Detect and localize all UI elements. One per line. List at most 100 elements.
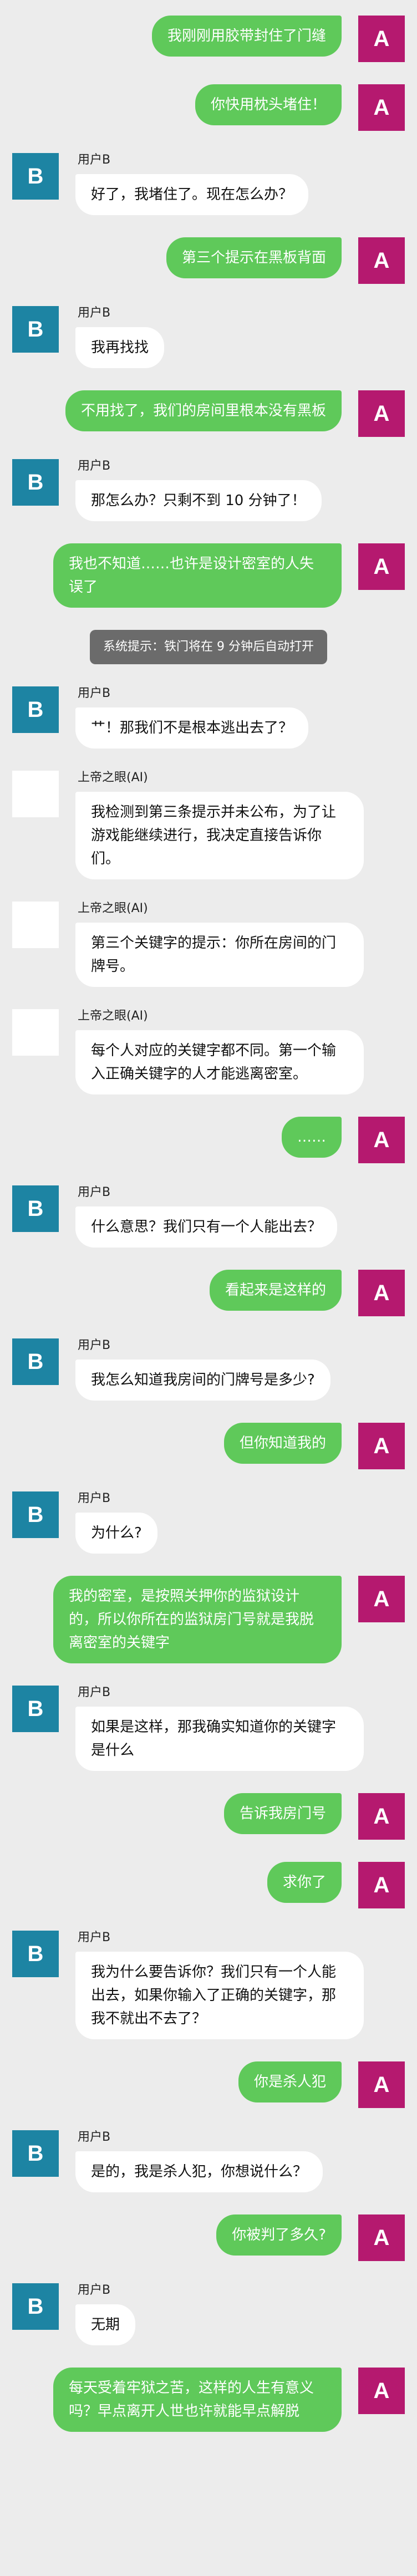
sender-name: 用户B xyxy=(78,1338,111,1352)
message-bubble-other[interactable]: 什么意思？我们只有一个人能出去？ xyxy=(75,1206,338,1248)
message-row-other: B 用户B 无期 xyxy=(0,2283,417,2345)
message-row-other: B 用户B 我为什么要告诉你？我们只有一个人能出去，如果你输入了正确的关键字，那我不… xyxy=(0,1931,417,2039)
message-row-self: 看起来是这样的 A xyxy=(0,1270,417,1316)
avatar-user-a[interactable]: A xyxy=(358,1270,405,1316)
avatar-user-a[interactable]: A xyxy=(358,2214,405,2261)
message-bubble-other[interactable]: 为什么? xyxy=(75,1513,157,1554)
message-content: 告诉我房门号 xyxy=(223,1793,342,1834)
sender-name: 上帝之眼(AI) xyxy=(78,902,148,915)
message-row-other: B 用户B 是的，我是杀人犯，你想说什么？ xyxy=(0,2130,417,2192)
message-row-other: B 用户B 什么意思？我们只有一个人能出去？ xyxy=(0,1185,417,1248)
sender-name: 上帝之眼(AI) xyxy=(78,1009,148,1023)
avatar-ai[interactable] xyxy=(12,902,59,948)
avatar-user-a[interactable]: A xyxy=(358,390,405,437)
avatar-user-a[interactable]: A xyxy=(358,2061,405,2108)
message-bubble-self[interactable]: 我刚刚用胶带封住了门缝 xyxy=(151,16,342,57)
message-content: …… xyxy=(282,1117,342,1158)
message-content: 用户B 为什么? xyxy=(75,1491,157,1554)
message-content: 但你知道我的 xyxy=(223,1423,342,1464)
message-row-self: 我的密室，是按照关押你的监狱设计的，所以你所在的监狱房门号就是我脱离密室的关键字… xyxy=(0,1576,417,1663)
message-bubble-other[interactable]: 如果是这样，那我确实知道你的关键字是什么 xyxy=(75,1707,364,1771)
message-row-other: 上帝之眼(AI) 第三个关键字的提示：你所在房间的门牌号。 xyxy=(0,902,417,987)
message-content: 用户B 如果是这样，那我确实知道你的关键字是什么 xyxy=(75,1686,364,1771)
message-content: 你被判了多久? xyxy=(216,2214,342,2256)
sender-name: 用户B xyxy=(78,2130,111,2144)
avatar-user-b[interactable]: B xyxy=(12,153,59,200)
message-bubble-self[interactable]: 我的密室，是按照关押你的监狱设计的，所以你所在的监狱房门号就是我脱离密室的关键字 xyxy=(53,1576,342,1663)
system-notice: 系统提示：铁门将在 9 分钟后自动打开 xyxy=(90,630,327,664)
avatar-user-a[interactable]: A xyxy=(358,543,405,590)
message-bubble-other[interactable]: 艹！那我们不是根本逃出去了？ xyxy=(75,707,309,749)
message-content: 用户B 我再找找 xyxy=(75,306,165,368)
message-row-self: …… A xyxy=(0,1117,417,1163)
message-content: 用户B 无期 xyxy=(75,2283,136,2345)
message-bubble-self[interactable]: 每天受着牢狱之苦，这样的人生有意义吗？早点离开人世也许就能早点解脱 xyxy=(53,2368,342,2432)
message-content: 你快用枕头堵住！ xyxy=(195,84,342,125)
message-bubble-other[interactable]: 我检测到第三条提示并未公布，为了让游戏能继续进行，我决定直接告诉你们。 xyxy=(75,792,364,879)
message-row-self: 但你知道我的 A xyxy=(0,1423,417,1469)
message-bubble-self[interactable]: 不用找了，我们的房间里根本没有黑板 xyxy=(65,390,342,431)
message-row-self: 第三个提示在黑板背面 A xyxy=(0,237,417,284)
message-content: 上帝之眼(AI) 第三个关键字的提示：你所在房间的门牌号。 xyxy=(75,902,364,987)
message-bubble-self[interactable]: 你快用枕头堵住！ xyxy=(195,84,342,125)
avatar-user-b[interactable]: B xyxy=(12,1185,59,1232)
message-content: 我的密室，是按照关押你的监狱设计的，所以你所在的监狱房门号就是我脱离密室的关键字 xyxy=(53,1576,342,1663)
message-bubble-self[interactable]: …… xyxy=(282,1117,342,1158)
avatar-user-a[interactable]: A xyxy=(358,1423,405,1469)
message-content: 用户B 我怎么知道我房间的门牌号是多少? xyxy=(75,1338,330,1401)
message-bubble-self[interactable]: 看起来是这样的 xyxy=(209,1270,342,1311)
message-bubble-other[interactable]: 好了，我堵住了。现在怎么办？ xyxy=(75,174,309,215)
message-bubble-other[interactable]: 我再找找 xyxy=(75,327,165,368)
message-bubble-self[interactable]: 求你了 xyxy=(267,1862,342,1903)
avatar-user-b[interactable]: B xyxy=(12,1931,59,1977)
message-bubble-self[interactable]: 告诉我房门号 xyxy=(223,1793,342,1834)
message-content: 我也不知道……也许是设计密室的人失误了 xyxy=(53,543,342,608)
message-bubble-other[interactable]: 是的，我是杀人犯，你想说什么？ xyxy=(75,2151,323,2192)
message-bubble-other[interactable]: 那怎么办？只剩不到 10 分钟了！ xyxy=(75,480,322,521)
avatar-user-b[interactable]: B xyxy=(12,2283,59,2330)
sender-name: 上帝之眼(AI) xyxy=(78,771,148,785)
avatar-user-a[interactable]: A xyxy=(358,2368,405,2414)
avatar-user-a[interactable]: A xyxy=(358,1576,405,1622)
avatar-user-b[interactable]: B xyxy=(12,459,59,506)
message-bubble-self[interactable]: 我也不知道……也许是设计密室的人失误了 xyxy=(53,543,342,608)
avatar-ai[interactable] xyxy=(12,771,59,817)
message-row-self: 求你了 A xyxy=(0,1862,417,1908)
avatar-user-a[interactable]: A xyxy=(358,16,405,62)
message-row-self: 不用找了，我们的房间里根本没有黑板 A xyxy=(0,390,417,437)
avatar-user-b[interactable]: B xyxy=(12,1491,59,1538)
avatar-user-b[interactable]: B xyxy=(12,1338,59,1385)
message-bubble-other[interactable]: 第三个关键字的提示：你所在房间的门牌号。 xyxy=(75,923,364,987)
message-content: 求你了 xyxy=(267,1862,342,1903)
message-row-self: 我也不知道……也许是设计密室的人失误了 A xyxy=(0,543,417,608)
avatar-user-a[interactable]: A xyxy=(358,1793,405,1840)
message-bubble-other[interactable]: 每个人对应的关键字都不同。第一个输入正确关键字的人才能逃离密室。 xyxy=(75,1030,364,1094)
message-bubble-other[interactable]: 无期 xyxy=(75,2304,136,2345)
message-bubble-self[interactable]: 第三个提示在黑板背面 xyxy=(166,237,342,278)
message-row-other: 上帝之眼(AI) 我检测到第三条提示并未公布，为了让游戏能继续进行，我决定直接告诉… xyxy=(0,771,417,879)
avatar-user-b[interactable]: B xyxy=(12,306,59,353)
message-content: 看起来是这样的 xyxy=(209,1270,342,1311)
message-row-other: B 用户B 那怎么办？只剩不到 10 分钟了！ xyxy=(0,459,417,521)
system-notice-row: 系统提示：铁门将在 9 分钟后自动打开 xyxy=(0,630,417,664)
message-content: 用户B 是的，我是杀人犯，你想说什么？ xyxy=(75,2130,323,2192)
message-bubble-other[interactable]: 我怎么知道我房间的门牌号是多少? xyxy=(75,1360,330,1401)
message-row-self: 告诉我房门号 A xyxy=(0,1793,417,1840)
message-bubble-self[interactable]: 你被判了多久? xyxy=(216,2214,342,2256)
message-bubble-self[interactable]: 但你知道我的 xyxy=(223,1423,342,1464)
avatar-user-b[interactable]: B xyxy=(12,1686,59,1732)
avatar-user-b[interactable]: B xyxy=(12,2130,59,2177)
avatar-user-b[interactable]: B xyxy=(12,686,59,733)
message-row-other: B 用户B 我再找找 xyxy=(0,306,417,368)
avatar-ai[interactable] xyxy=(12,1009,59,1056)
message-bubble-self[interactable]: 你是杀人犯 xyxy=(238,2061,342,2102)
sender-name: 用户B xyxy=(78,686,111,700)
avatar-user-a[interactable]: A xyxy=(358,1117,405,1163)
message-content: 你是杀人犯 xyxy=(238,2061,342,2102)
sender-name: 用户B xyxy=(78,1185,111,1199)
message-row-other: B 用户B 好了，我堵住了。现在怎么办？ xyxy=(0,153,417,215)
message-bubble-other[interactable]: 我为什么要告诉你？我们只有一个人能出去，如果你输入了正确的关键字，那我不就出不去… xyxy=(75,1952,364,2039)
avatar-user-a[interactable]: A xyxy=(358,84,405,131)
avatar-user-a[interactable]: A xyxy=(358,1862,405,1908)
avatar-user-a[interactable]: A xyxy=(358,237,405,284)
